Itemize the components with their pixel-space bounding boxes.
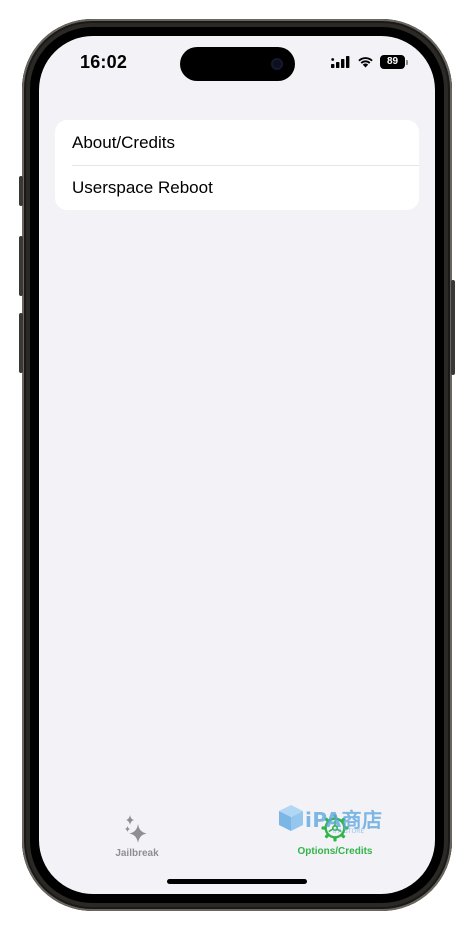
screen: 16:02 89 About/Credits Userspace Reboot … xyxy=(39,36,435,894)
volume-up-button xyxy=(19,236,23,296)
status-bar: 16:02 89 xyxy=(39,36,435,90)
tab-label: Options/Credits xyxy=(297,846,373,857)
signal-icon xyxy=(331,56,350,68)
menu-item-userspace-reboot[interactable]: Userspace Reboot xyxy=(55,165,419,210)
home-indicator[interactable] xyxy=(167,879,307,884)
power-button xyxy=(451,280,455,375)
menu-item-label: About/Credits xyxy=(72,132,175,152)
menu-item-about-credits[interactable]: About/Credits xyxy=(55,120,419,165)
action-button xyxy=(19,176,23,206)
tab-jailbreak[interactable]: Jailbreak xyxy=(87,814,187,859)
battery-icon: 89 xyxy=(380,55,405,69)
dynamic-island xyxy=(180,47,295,81)
front-camera xyxy=(271,58,283,70)
options-list: About/Credits Userspace Reboot xyxy=(55,120,419,210)
menu-item-label: Userspace Reboot xyxy=(72,177,213,197)
status-time: 16:02 xyxy=(80,52,128,72)
battery-cap xyxy=(406,59,408,65)
gear-icon xyxy=(321,814,349,842)
battery-level: 89 xyxy=(386,56,399,67)
tab-options-credits[interactable]: Options/Credits xyxy=(285,814,385,857)
status-icons: 89 xyxy=(331,54,408,70)
wifi-icon xyxy=(358,57,373,68)
sparkles-icon xyxy=(125,815,147,843)
volume-down-button xyxy=(19,313,23,373)
tab-label: Jailbreak xyxy=(115,848,159,859)
